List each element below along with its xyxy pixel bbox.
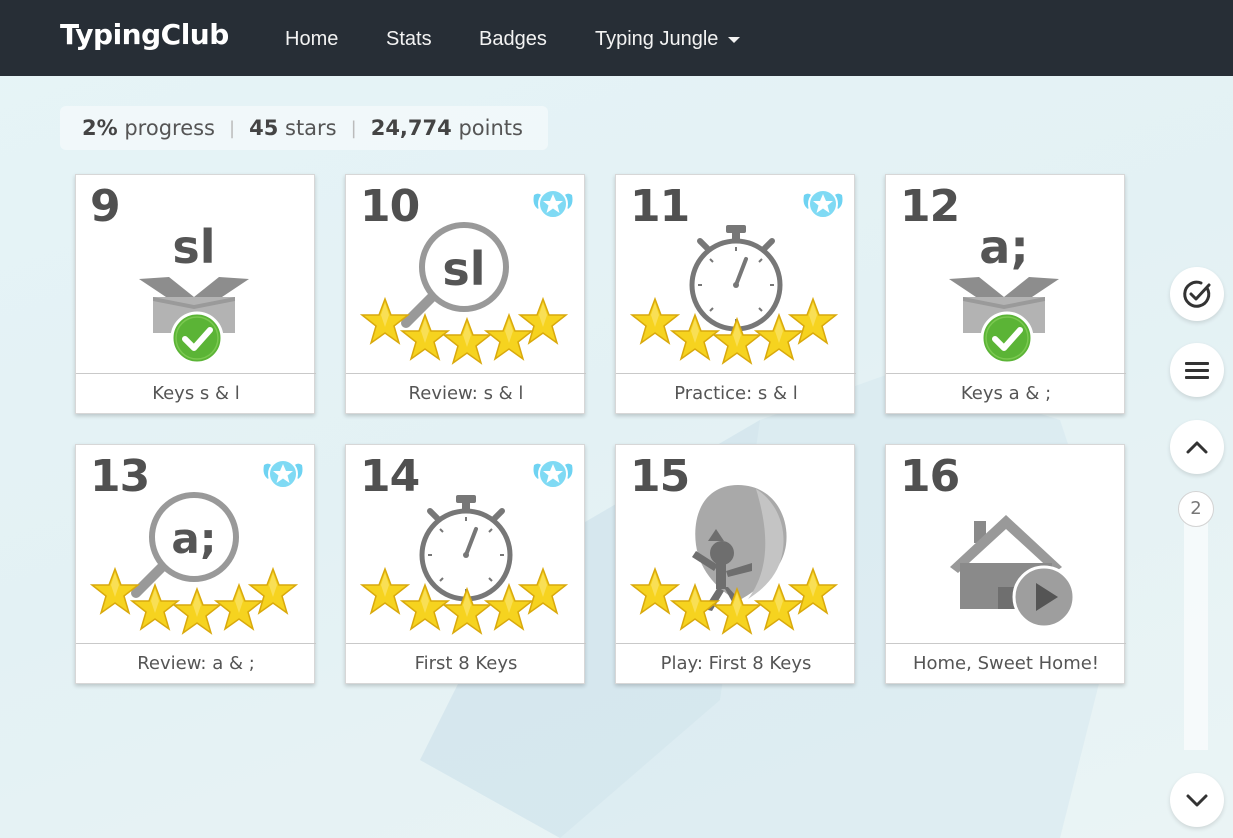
progress-value: 2% xyxy=(82,116,118,140)
lesson-card-12[interactable]: a; 12 Keys a & ; xyxy=(885,174,1126,415)
svg-text:sl: sl xyxy=(172,220,215,274)
caret-down-icon xyxy=(728,36,741,43)
lesson-card-15[interactable]: 15 Play: First 8 Keys xyxy=(615,444,856,685)
typing-jungle-label: Typing Jungle xyxy=(595,28,719,50)
nav-badges-link[interactable]: Badges xyxy=(479,28,547,51)
check-progress-button[interactable] xyxy=(1170,267,1224,321)
badge-icon xyxy=(530,183,576,223)
nav-stats-link[interactable]: Stats xyxy=(386,28,432,51)
lesson-title: Keys a & ; xyxy=(886,373,1126,415)
menu-button[interactable] xyxy=(1170,343,1224,397)
lesson-title: Review: a & ; xyxy=(76,643,316,685)
points-value: 24,774 xyxy=(370,116,452,140)
lesson-card-9[interactable]: sl 9 Keys s & l xyxy=(75,174,316,415)
badge-icon xyxy=(800,183,846,223)
nav-typing-jungle-dropdown[interactable]: Typing Jungle xyxy=(595,28,741,51)
chevron-down-icon xyxy=(1186,794,1208,807)
badge-icon xyxy=(530,453,576,493)
svg-text:sl: sl xyxy=(442,242,485,296)
stats-separator: | xyxy=(229,117,236,139)
lesson-title: Home, Sweet Home! xyxy=(886,643,1126,685)
lesson-number: 13 xyxy=(90,451,150,502)
lesson-title: Play: First 8 Keys xyxy=(616,643,856,685)
lesson-number: 14 xyxy=(360,451,420,502)
points-label: points xyxy=(458,116,523,140)
check-circle-icon xyxy=(1183,280,1211,308)
brand-logo[interactable]: TypingClub xyxy=(60,18,229,51)
lesson-number: 16 xyxy=(900,451,960,502)
scroll-up-button[interactable] xyxy=(1170,420,1224,474)
top-navbar: TypingClub Home Stats Badges Typing Jung… xyxy=(0,0,1233,76)
progress-label: progress xyxy=(124,116,215,140)
nav-home-link[interactable]: Home xyxy=(285,28,338,51)
badge-icon xyxy=(260,453,306,493)
svg-text:a;: a; xyxy=(979,220,1028,274)
lesson-card-11[interactable]: 11 Practice: s & l xyxy=(615,174,856,415)
stars-value: 45 xyxy=(249,116,279,140)
scroll-down-button[interactable] xyxy=(1170,773,1224,827)
page-number-indicator: 2 xyxy=(1178,491,1214,527)
lesson-title: Practice: s & l xyxy=(616,373,856,415)
lesson-number: 15 xyxy=(630,451,690,502)
svg-text:a;: a; xyxy=(171,514,216,563)
chevron-up-icon xyxy=(1186,441,1208,454)
menu-icon xyxy=(1185,362,1209,379)
lesson-card-16[interactable]: 16 Home, Sweet Home! xyxy=(885,444,1126,685)
lesson-card-14[interactable]: 14 First 8 Keys xyxy=(345,444,586,685)
page-scroll-track[interactable] xyxy=(1184,520,1208,750)
stats-summary: 2% progress | 45 stars | 24,774 points xyxy=(60,106,548,150)
lesson-card-13[interactable]: a; 13 Review: a & ; xyxy=(75,444,316,685)
stats-separator: | xyxy=(350,117,357,139)
stars-label: stars xyxy=(285,116,337,140)
lesson-number: 10 xyxy=(360,181,420,232)
lesson-number: 11 xyxy=(630,181,690,232)
lesson-card-10[interactable]: sl 10 Review: s & l xyxy=(345,174,586,415)
lesson-number: 12 xyxy=(900,181,960,232)
lesson-title: Keys s & l xyxy=(76,373,316,415)
lesson-title: First 8 Keys xyxy=(346,643,586,685)
lesson-title: Review: s & l xyxy=(346,373,586,415)
lesson-number: 9 xyxy=(90,181,121,232)
